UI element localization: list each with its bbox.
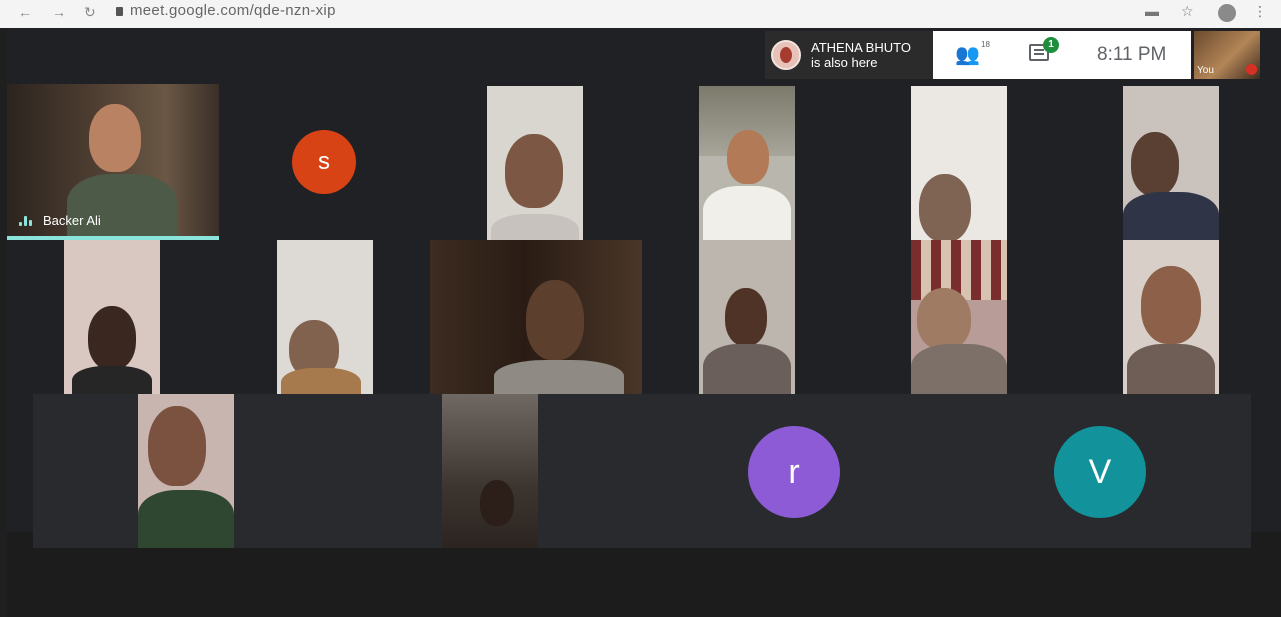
participant-body [491, 214, 579, 240]
lock-icon [116, 7, 123, 16]
participant-avatar-s[interactable]: s [292, 130, 356, 194]
browser-bar: ← → ↻ meet.google.com/qde-nzn-xip ▬ ☆ ⋮ [0, 0, 1281, 28]
participant-tile[interactable] [699, 86, 795, 240]
forward-arrow-icon[interactable]: → [52, 4, 66, 20]
participant-tile[interactable] [64, 240, 160, 394]
participant-face [1141, 266, 1201, 344]
participant-face [148, 406, 206, 486]
participant-face [917, 288, 971, 350]
participant-tile[interactable] [1123, 240, 1219, 394]
participant-body [1123, 192, 1219, 240]
meeting-info-panel: 👥 18 1 8:11 PM [933, 31, 1191, 79]
participant-count: 18 [981, 40, 990, 49]
participant-tile[interactable] [699, 240, 795, 394]
participant-video [911, 240, 1007, 300]
participant-name-label: Backer Ali [43, 213, 101, 228]
participant-tile-active-speaker[interactable]: Backer Ali [7, 84, 219, 240]
participant-tile[interactable] [430, 240, 642, 394]
participant-face [1131, 132, 1179, 196]
more-menu-icon[interactable]: ⋮ [1253, 3, 1267, 20]
meet-window: ATHENA BHUTO is also here 👥 18 1 8:11 PM… [7, 28, 1281, 617]
participant-face [88, 306, 136, 370]
participant-tile[interactable] [911, 86, 1007, 240]
presence-status: is also here [811, 55, 878, 70]
participant-body [138, 490, 234, 548]
participant-face [526, 280, 584, 360]
participant-body [281, 368, 361, 394]
clock: 8:11 PM [1097, 44, 1167, 65]
participant-body [703, 186, 791, 240]
participant-body [703, 344, 791, 394]
key-icon[interactable]: ▬ [1145, 3, 1159, 19]
participant-face [480, 480, 514, 526]
profile-icon[interactable] [1218, 4, 1236, 22]
participant-tile[interactable] [487, 86, 583, 240]
presence-notification: ATHENA BHUTO is also here [765, 31, 933, 79]
participant-tile[interactable] [1123, 86, 1219, 240]
chat-badge: 1 [1043, 37, 1059, 53]
address-bar[interactable]: meet.google.com/qde-nzn-xip [130, 2, 336, 19]
participant-body [72, 366, 152, 394]
participant-body [494, 360, 624, 394]
muted-mic-icon [1246, 64, 1257, 75]
participant-face [505, 134, 563, 208]
people-icon[interactable]: 👥 [955, 42, 980, 67]
participant-tile[interactable] [138, 394, 234, 548]
participant-avatar-r[interactable]: r [748, 426, 840, 518]
participant-face [89, 104, 141, 172]
participant-tile[interactable] [277, 240, 373, 394]
participant-face [725, 288, 767, 346]
back-arrow-icon[interactable]: ← [18, 4, 32, 20]
self-view-tile[interactable]: You [1194, 31, 1260, 79]
participant-grid: Backer Ali s r V [7, 84, 1281, 548]
presence-avatar [771, 40, 801, 70]
participant-tile[interactable] [442, 394, 538, 548]
presence-name: ATHENA BHUTO [811, 40, 911, 55]
participant-body [67, 174, 177, 240]
participant-face [727, 130, 769, 184]
participant-avatar-v[interactable]: V [1054, 426, 1146, 518]
bookmark-star-icon[interactable]: ☆ [1181, 3, 1194, 20]
presence-text: ATHENA BHUTO is also here [811, 40, 911, 70]
self-label: You [1197, 65, 1214, 76]
meet-top-bar: ATHENA BHUTO is also here 👥 18 1 8:11 PM… [7, 28, 1281, 84]
participant-body [911, 344, 1007, 394]
participant-face [919, 174, 971, 240]
participant-body [1127, 344, 1215, 394]
participant-tile[interactable] [911, 240, 1007, 394]
reload-icon[interactable]: ↻ [84, 4, 96, 21]
speaking-audio-icon [19, 216, 37, 226]
